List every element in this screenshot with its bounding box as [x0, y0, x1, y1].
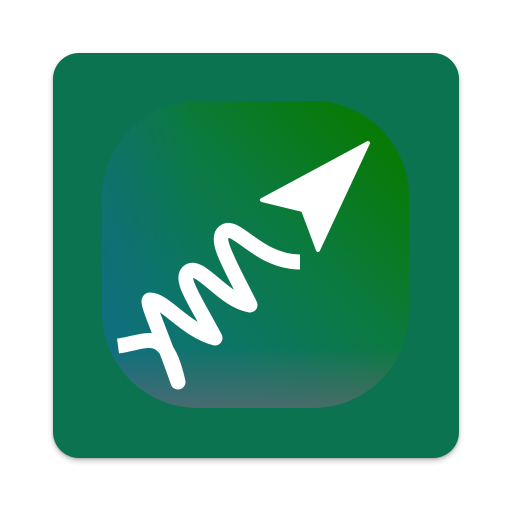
spring-coil: [116, 223, 301, 390]
arrow-head: [260, 141, 370, 252]
app-icon-canvas: [0, 0, 512, 512]
spring-arrow-icon: [116, 141, 370, 390]
